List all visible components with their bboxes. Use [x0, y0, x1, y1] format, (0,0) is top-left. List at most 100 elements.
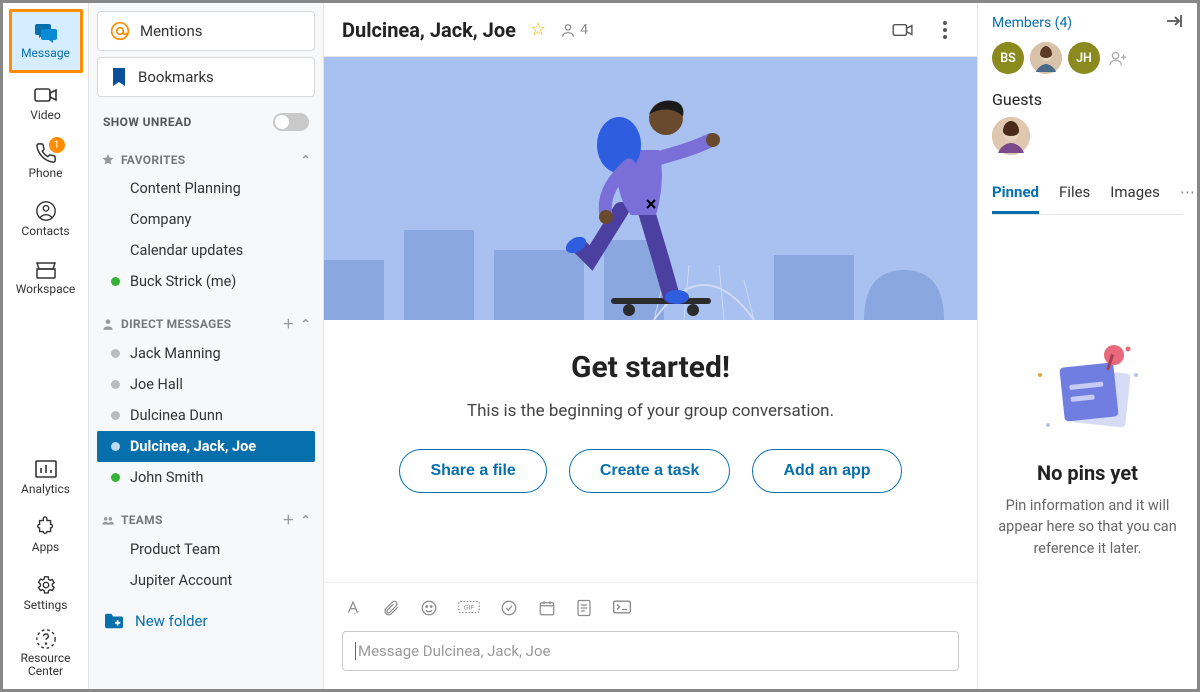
- tab-images[interactable]: Images: [1110, 177, 1160, 214]
- pin-illustration: [1028, 335, 1148, 445]
- chevron-up-icon[interactable]: ⌃: [301, 153, 311, 167]
- main-area: Dulcinea, Jack, Joe ☆ 4: [324, 3, 977, 689]
- nav-message[interactable]: Message: [9, 9, 83, 73]
- member-avatars: BS JH: [992, 42, 1183, 74]
- members-link[interactable]: Members (4): [992, 15, 1072, 31]
- team-item[interactable]: Jupiter Account: [97, 565, 315, 596]
- dm-item[interactable]: Dulcinea Dunn: [97, 400, 315, 431]
- new-folder-button[interactable]: New folder: [97, 602, 315, 634]
- mentions-chip[interactable]: Mentions: [97, 11, 315, 51]
- nav-settings[interactable]: Settings: [9, 565, 83, 621]
- gif-icon[interactable]: GIF: [458, 599, 480, 621]
- chevron-up-icon[interactable]: ⌃: [301, 513, 311, 527]
- more-menu-button[interactable]: [931, 16, 959, 44]
- empty-heading: Get started!: [571, 350, 730, 385]
- help-icon: [33, 628, 59, 650]
- conversation-title: Dulcinea, Jack, Joe: [342, 18, 516, 42]
- emoji-icon[interactable]: [420, 599, 438, 621]
- fav-item[interactable]: Company: [97, 204, 315, 235]
- show-unread-row: SHOW UNREAD: [97, 103, 315, 135]
- empty-subtext: This is the beginning of your group conv…: [467, 401, 834, 421]
- person-circle-icon: [33, 200, 59, 222]
- team-item[interactable]: Product Team: [97, 534, 315, 565]
- fav-item[interactable]: Calendar updates: [97, 235, 315, 266]
- badge: 1: [49, 137, 65, 153]
- create-task-button[interactable]: Create a task: [569, 449, 731, 493]
- section-favorites[interactable]: FAVORITES ⌃: [97, 147, 315, 173]
- snippet-icon[interactable]: [612, 599, 632, 621]
- task-icon[interactable]: [500, 599, 518, 621]
- add-app-button[interactable]: Add an app: [752, 449, 901, 493]
- nav-label: Message: [21, 46, 70, 60]
- tab-pinned[interactable]: Pinned: [992, 177, 1039, 214]
- dm-item[interactable]: Joe Hall: [97, 369, 315, 400]
- person-icon: [101, 317, 115, 331]
- details-panel: Members (4) BS JH Guests Pinned Files Im…: [977, 3, 1197, 689]
- pins-empty-body: Pin information and it will appear here …: [998, 495, 1177, 558]
- avatar[interactable]: JH: [1068, 42, 1100, 74]
- fav-item[interactable]: Buck Strick (me): [97, 266, 315, 297]
- tab-files[interactable]: Files: [1059, 177, 1090, 214]
- message-input[interactable]: Message Dulcinea, Jack, Joe: [342, 631, 959, 671]
- video-icon: [33, 84, 59, 106]
- fav-item[interactable]: Content Planning: [97, 173, 315, 204]
- conversations-panel: Mentions Bookmarks SHOW UNREAD FAVORITES…: [89, 3, 324, 689]
- nav-video[interactable]: Video: [9, 75, 83, 131]
- format-icon[interactable]: [344, 599, 362, 621]
- star-icon: [101, 153, 115, 167]
- presence-dot: [111, 380, 120, 389]
- dm-item-active[interactable]: Dulcinea, Jack, Joe: [97, 431, 315, 462]
- pins-empty-title: No pins yet: [1037, 461, 1138, 485]
- detail-tabs: Pinned Files Images ⋯: [992, 177, 1183, 215]
- attach-icon[interactable]: [382, 599, 400, 621]
- dm-item[interactable]: Jack Manning: [97, 338, 315, 369]
- chevron-up-icon[interactable]: ⌃: [301, 317, 311, 331]
- dm-item[interactable]: John Smith: [97, 462, 315, 493]
- at-icon: [110, 21, 130, 41]
- show-unread-toggle[interactable]: [273, 113, 309, 131]
- add-member-icon[interactable]: [1106, 46, 1130, 70]
- note-icon[interactable]: [576, 599, 592, 621]
- nav-workspace[interactable]: Workspace: [9, 249, 83, 305]
- guests-label: Guests: [992, 90, 1183, 109]
- avatar[interactable]: [1030, 42, 1062, 74]
- collapse-icon[interactable]: [1165, 13, 1183, 32]
- presence-dot: [111, 277, 120, 286]
- video-call-button[interactable]: [889, 16, 917, 44]
- avatar[interactable]: BS: [992, 42, 1024, 74]
- add-icon[interactable]: ＋: [282, 511, 294, 528]
- nav-resource-center[interactable]: Resource Center: [9, 623, 83, 683]
- gear-icon: [33, 574, 59, 596]
- app-nav: Message Video 1 Phone Contacts Workspace…: [3, 3, 89, 689]
- presence-dot: [111, 473, 120, 482]
- presence-dot: [111, 442, 120, 451]
- section-teams[interactable]: TEAMS ＋ ⌃: [97, 505, 315, 534]
- add-icon[interactable]: ＋: [282, 315, 294, 332]
- chat-icon: [33, 22, 59, 44]
- team-icon: [101, 513, 115, 527]
- puzzle-icon: [33, 516, 59, 538]
- bookmark-icon: [110, 67, 128, 87]
- member-count[interactable]: 4: [560, 22, 588, 38]
- tab-more[interactable]: ⋯: [1180, 177, 1195, 214]
- person-icon: [560, 22, 576, 38]
- nav-apps[interactable]: Apps: [9, 507, 83, 563]
- nav-analytics[interactable]: Analytics: [9, 449, 83, 505]
- presence-dot: [111, 411, 120, 420]
- share-file-button[interactable]: Share a file: [399, 449, 546, 493]
- empty-state: Get started! This is the beginning of yo…: [324, 320, 977, 582]
- nav-contacts[interactable]: Contacts: [9, 191, 83, 247]
- star-icon[interactable]: ☆: [530, 19, 546, 40]
- bookmarks-chip[interactable]: Bookmarks: [97, 57, 315, 97]
- conversation-header: Dulcinea, Jack, Joe ☆ 4: [324, 3, 977, 57]
- composer: GIF Message Dulcinea, Jack, Joe: [324, 582, 977, 689]
- chart-icon: [33, 458, 59, 480]
- guest-avatar[interactable]: [992, 117, 1030, 155]
- pins-empty-state: No pins yet Pin information and it will …: [992, 215, 1183, 679]
- nav-phone[interactable]: 1 Phone: [9, 133, 83, 189]
- calendar-icon[interactable]: [538, 599, 556, 621]
- section-dm[interactable]: DIRECT MESSAGES ＋ ⌃: [97, 309, 315, 338]
- hero-illustration: [324, 57, 977, 320]
- inbox-icon: [33, 258, 59, 280]
- composer-toolbar: GIF: [342, 593, 959, 631]
